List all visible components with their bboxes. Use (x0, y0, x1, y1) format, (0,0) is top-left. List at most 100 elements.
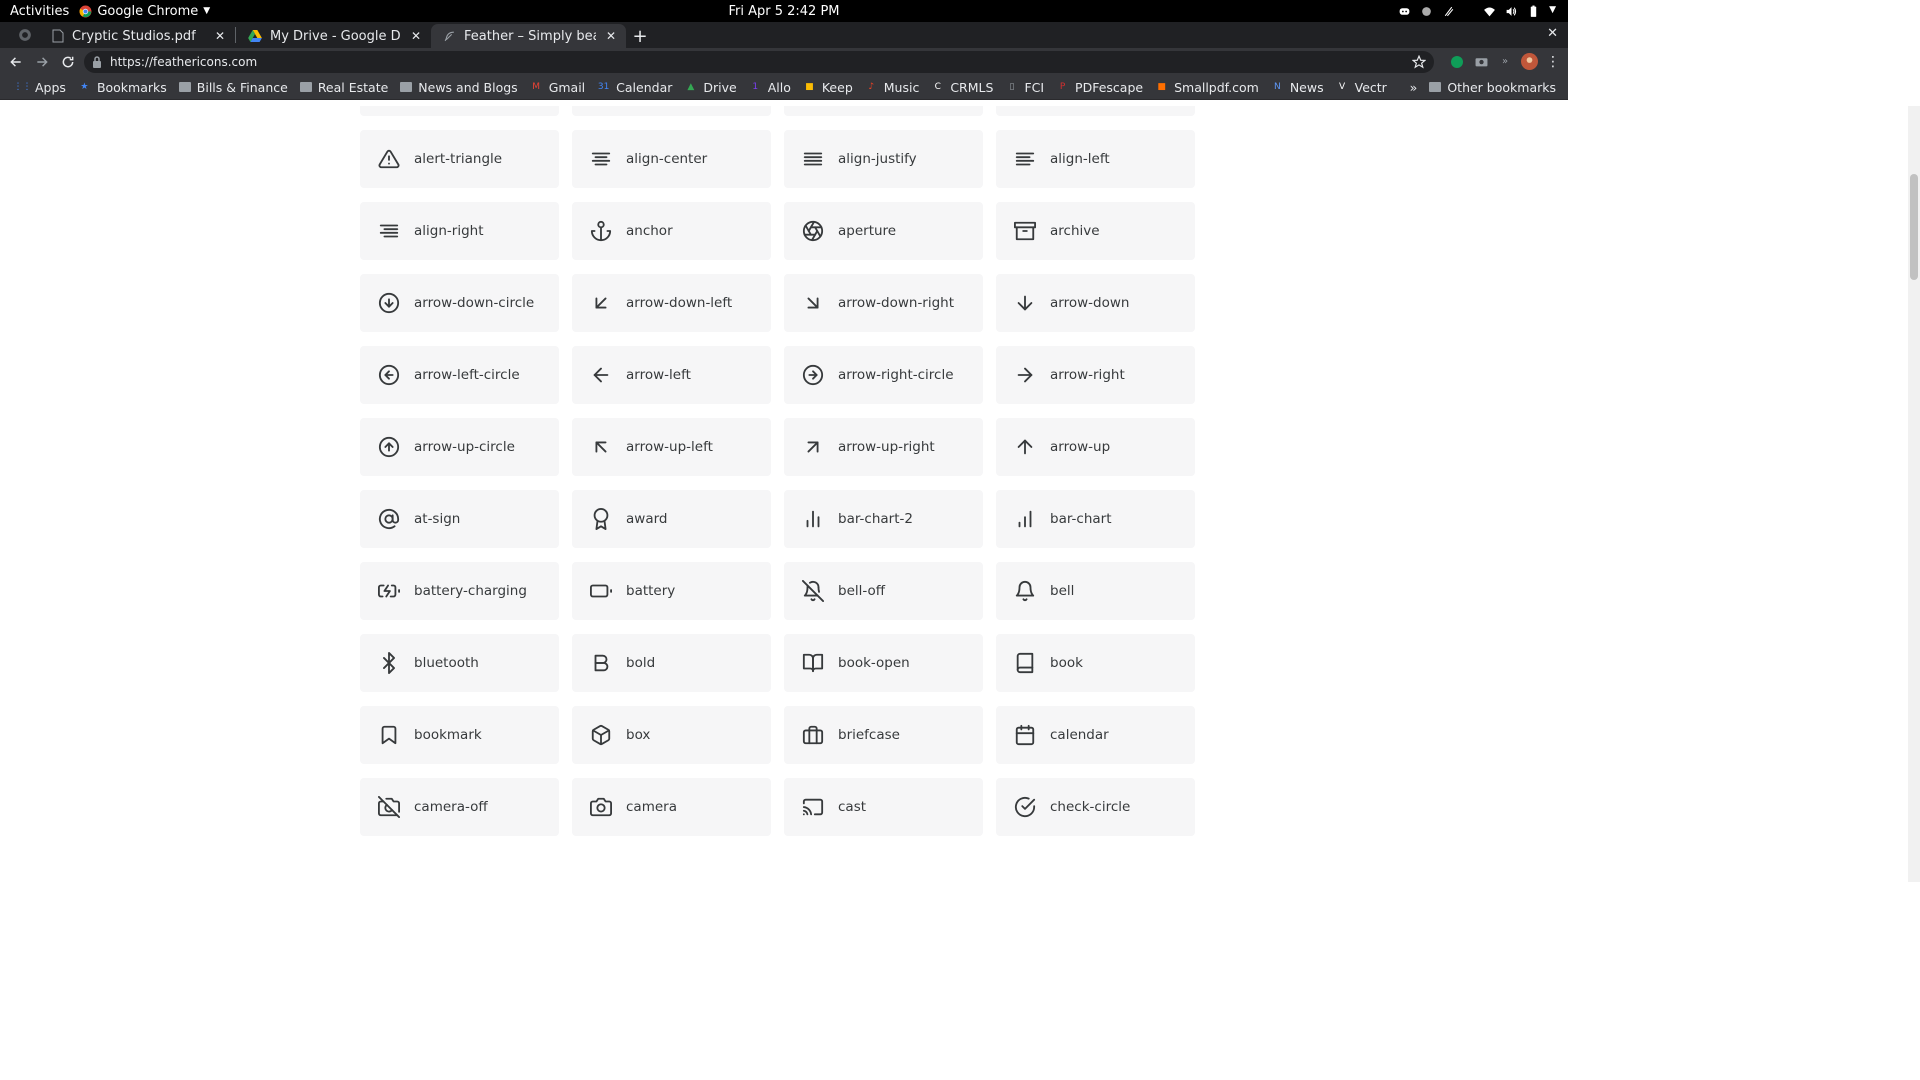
icon-card-arrow-right[interactable]: arrow-right (996, 346, 1195, 404)
clock[interactable]: Fri Apr 5 2:42 PM (0, 4, 1568, 19)
bookmark-fci[interactable]: ▯ FCI (999, 76, 1050, 98)
bookmark-smallpdf-com[interactable]: ■ Smallpdf.com (1149, 76, 1265, 98)
icon-card-alert-octagon[interactable]: alert-octagon (996, 106, 1195, 116)
icon-card-cast[interactable]: cast (784, 778, 983, 836)
reload-button[interactable] (58, 52, 78, 72)
close-icon[interactable]: ✕ (213, 29, 227, 43)
pinned-tab[interactable] (10, 22, 40, 48)
icon-card-arrow-left-circle[interactable]: arrow-left-circle (360, 346, 559, 404)
avatar[interactable] (1520, 53, 1538, 71)
more-bookmarks-button[interactable]: » (1404, 76, 1424, 98)
icon-card-anchor[interactable]: anchor (572, 202, 771, 260)
icon-card-box[interactable]: box (572, 706, 771, 764)
bookmark-news-and-blogs[interactable]: News and Blogs (394, 76, 523, 98)
bookmark-allo[interactable]: 1 Allo (743, 76, 797, 98)
icon-card-bell-off[interactable]: bell-off (784, 562, 983, 620)
icon-card-calendar[interactable]: calendar (996, 706, 1195, 764)
tab-feather[interactable]: Feather – Simply beautiful open source i… (431, 24, 626, 48)
icon-card-battery[interactable]: battery (572, 562, 771, 620)
bookmark-real-estate[interactable]: Real Estate (294, 76, 394, 98)
icon-card-aperture[interactable]: aperture (784, 202, 983, 260)
close-icon[interactable]: ✕ (604, 29, 618, 43)
other-bookmarks[interactable]: Other bookmarks (1423, 76, 1562, 98)
icon-card-arrow-up-left[interactable]: arrow-up-left (572, 418, 771, 476)
bookmark-crmls[interactable]: C CRMLS (925, 76, 999, 98)
extension-green-icon[interactable] (1448, 53, 1466, 71)
bookmark-apps[interactable]: ⋮⋮ Apps (10, 76, 72, 98)
icon-card-bluetooth[interactable]: bluetooth (360, 634, 559, 692)
volume-icon[interactable] (1505, 5, 1518, 18)
icon-card-airplay[interactable]: airplay (572, 106, 771, 116)
back-button[interactable] (6, 52, 26, 72)
bookmark-music[interactable]: ♪ Music (859, 76, 926, 98)
wifi-icon[interactable] (1483, 5, 1496, 18)
icon-card-arrow-up[interactable]: arrow-up (996, 418, 1195, 476)
icon-card-bar-chart[interactable]: bar-chart (996, 490, 1195, 548)
bookmark-calendar[interactable]: 31 Calendar (591, 76, 678, 98)
icon-card-arrow-left[interactable]: arrow-left (572, 346, 771, 404)
icon-card-arrow-down-circle[interactable]: arrow-down-circle (360, 274, 559, 332)
icon-card-alert-triangle[interactable]: alert-triangle (360, 130, 559, 188)
icon-card-arrow-down[interactable]: arrow-down (996, 274, 1195, 332)
extension-arrow-icon[interactable]: » (1496, 53, 1514, 71)
bookmark-label: FCI (1024, 79, 1045, 95)
forward-button[interactable] (32, 52, 52, 72)
bookmark-gmail[interactable]: M Gmail (524, 76, 591, 98)
icon-card-camera[interactable]: camera (572, 778, 771, 836)
icon-card-check-circle[interactable]: check-circle (996, 778, 1195, 836)
icon-card-book-open[interactable]: book-open (784, 634, 983, 692)
app-menu[interactable]: Google Chrome ▼ (79, 4, 210, 19)
chrome-menu-icon[interactable]: ⋮ (1544, 53, 1562, 71)
icon-card-award[interactable]: award (572, 490, 771, 548)
icon-card-arrow-right-circle[interactable]: arrow-right-circle (784, 346, 983, 404)
icon-card-briefcase[interactable]: briefcase (784, 706, 983, 764)
icon-card-book[interactable]: book (996, 634, 1195, 692)
window-close-button[interactable]: ✕ (1547, 26, 1558, 41)
address-bar[interactable]: https://feathericons.com (84, 50, 1434, 73)
discord-icon[interactable] (1398, 5, 1411, 18)
icon-card-archive[interactable]: archive (996, 202, 1195, 260)
screenshot-extension-icon[interactable] (1472, 53, 1490, 71)
icon-card-align-center[interactable]: align-center (572, 130, 771, 188)
bookmark-drive[interactable]: ▲ Drive (678, 76, 742, 98)
icon-card-battery-charging[interactable]: battery-charging (360, 562, 559, 620)
icon-card-align-right[interactable]: align-right (360, 202, 559, 260)
close-icon[interactable]: ✕ (409, 29, 423, 43)
bookmark-keep[interactable]: ■ Keep (797, 76, 859, 98)
icon-card-bell[interactable]: bell (996, 562, 1195, 620)
battery-status-icon[interactable] (1527, 5, 1540, 18)
bookmark-pdfescape[interactable]: P PDFescape (1050, 76, 1149, 98)
bookmark-news[interactable]: N News (1265, 76, 1330, 98)
icon-card-activity[interactable]: activity (360, 106, 559, 116)
bookmark-vectr[interactable]: V Vectr (1330, 76, 1393, 98)
icon-card-arrow-up-right[interactable]: arrow-up-right (784, 418, 983, 476)
smallpdf-icon: ■ (1157, 82, 1166, 92)
icon-card-align-justify[interactable]: align-justify (784, 130, 983, 188)
bold-icon (594, 654, 609, 672)
icon-card-arrow-up-circle[interactable]: arrow-up-circle (360, 418, 559, 476)
icon-card-bold[interactable]: bold (572, 634, 771, 692)
icon-card-at-sign[interactable]: at-sign (360, 490, 559, 548)
icon-card-bar-chart-2[interactable]: bar-chart-2 (784, 490, 983, 548)
page-scrollbar[interactable] (1908, 106, 1920, 882)
star-icon[interactable] (1412, 54, 1426, 69)
tab-cryptic-studios[interactable]: Cryptic Studios.pdf ✕ (40, 24, 235, 48)
icon-card-bookmark[interactable]: bookmark (360, 706, 559, 764)
bookmark-bills-finance[interactable]: Bills & Finance (173, 76, 294, 98)
activities-button[interactable]: Activities (0, 4, 79, 19)
new-tab-button[interactable]: + (626, 24, 654, 48)
tab-google-drive[interactable]: My Drive - Google Drive ✕ (236, 24, 431, 48)
network-activity-icon[interactable] (1442, 5, 1455, 18)
icon-card-align-left[interactable]: align-left (996, 130, 1195, 188)
system-tray[interactable]: ▼ (1398, 5, 1568, 18)
icon-card-arrow-down-left[interactable]: arrow-down-left (572, 274, 771, 332)
url-text[interactable]: https://feathericons.com (110, 55, 1404, 69)
scrollbar-thumb[interactable] (1910, 174, 1918, 280)
bookmark-bookmarks[interactable]: ★ Bookmarks (72, 76, 173, 98)
icon-card-arrow-down-right[interactable]: arrow-down-right (784, 274, 983, 332)
icon-card-label: arrow-right-circle (838, 367, 954, 383)
status-circle-icon[interactable] (1420, 5, 1433, 18)
icon-card-alert-circle[interactable]: alert-circle (784, 106, 983, 116)
icon-card-camera-off[interactable]: camera-off (360, 778, 559, 836)
system-menu-chevron-icon[interactable]: ▼ (1549, 5, 1556, 18)
